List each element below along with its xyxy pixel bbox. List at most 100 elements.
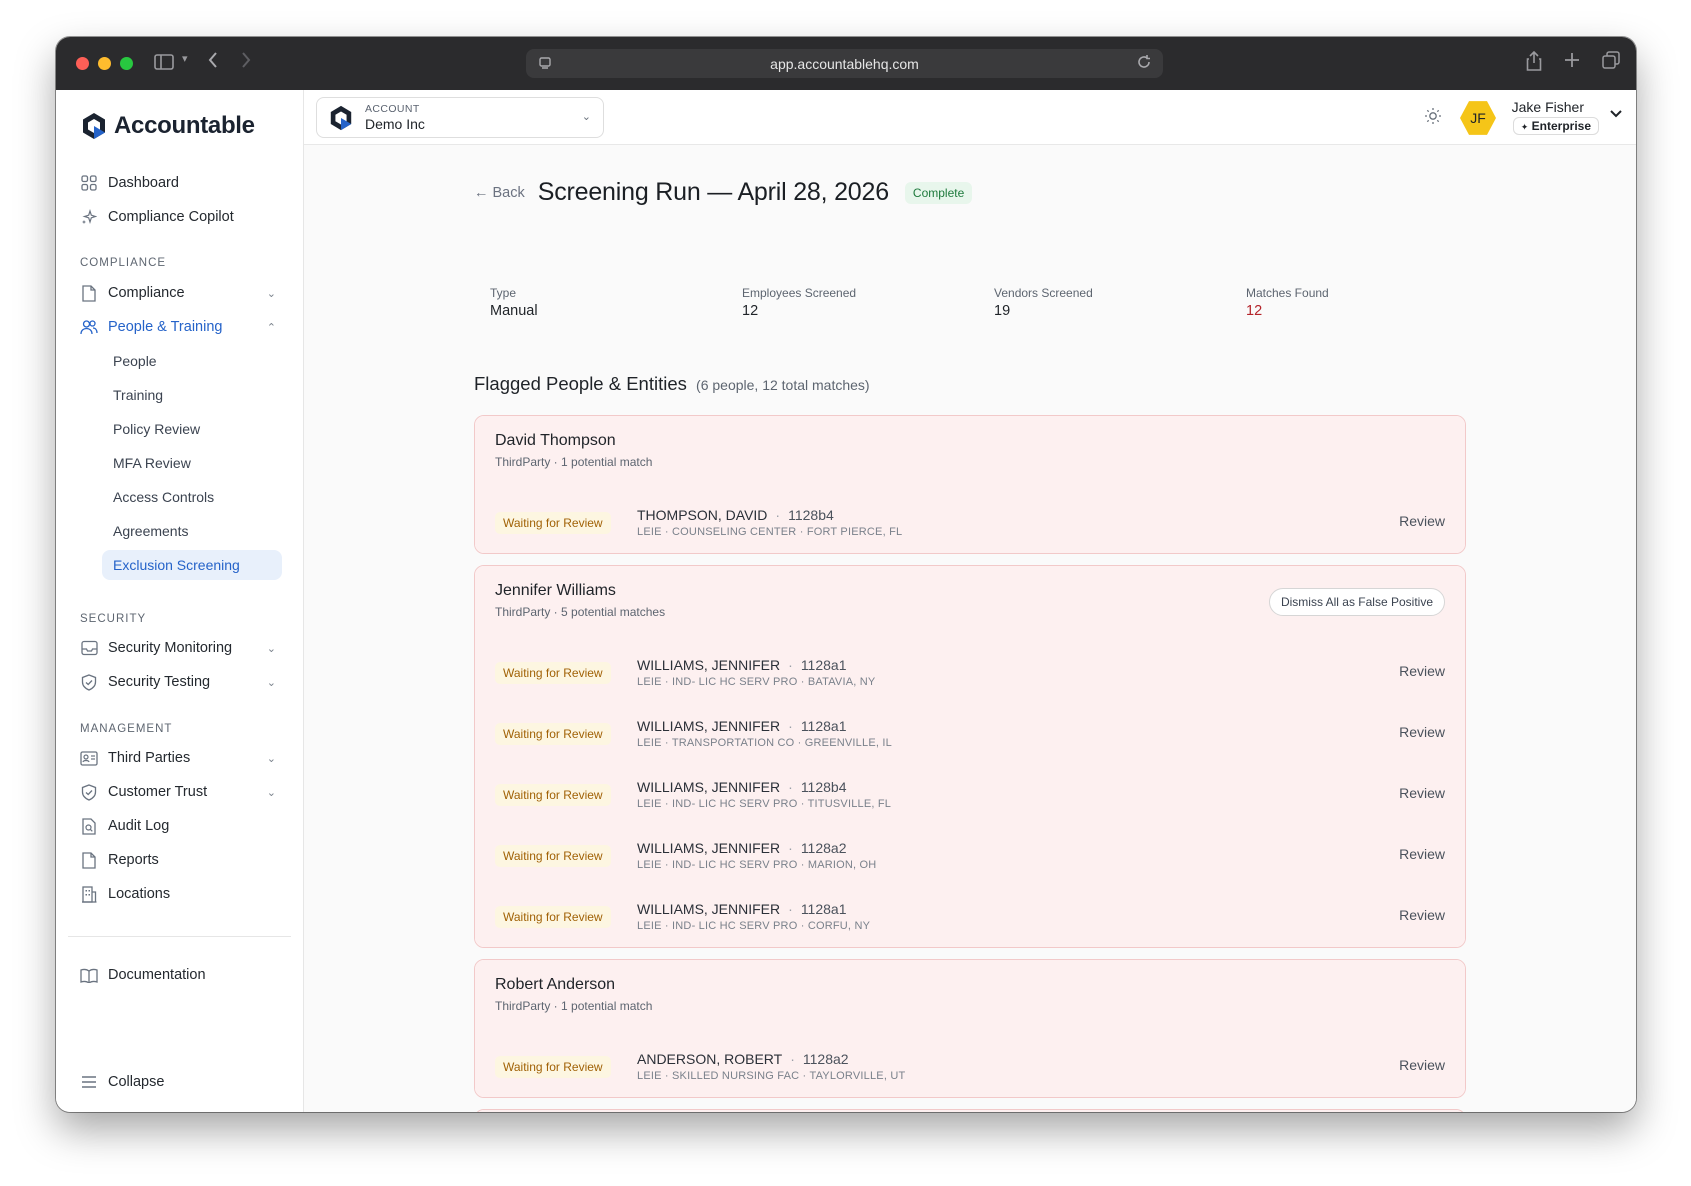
tab-overview-icon[interactable] [1602,51,1620,76]
brand-logo[interactable]: Accountable [82,112,255,140]
exclusion-code: 1128a2 [802,1051,849,1067]
match-name: WILLIAMS, JENNIFER [637,718,781,734]
status-badge: Waiting for Review [495,511,611,534]
top-bar: ACCOUNT Demo Inc ⌄ JF Jake Fisher ✦ Ente… [304,90,1636,145]
separator-dot: · [788,718,793,734]
stat-label: Vendors Screened [994,286,1093,300]
match-name: WILLIAMS, JENNIFER [637,901,781,917]
sidebar-item-compliance[interactable]: Compliance ⌄ [68,278,290,308]
review-button[interactable]: Review [1399,1057,1445,1073]
match-name: ANDERSON, ROBERT [637,1051,783,1067]
reload-icon[interactable] [1136,54,1152,73]
group-name: Robert Anderson [495,976,616,993]
sidebar-item-locations[interactable]: Locations [68,879,290,909]
sidebar-item-compliance-copilot[interactable]: Compliance Copilot [68,202,290,232]
sidebar-subitem-agreements[interactable]: Agreements [102,516,282,546]
collapse-label: Collapse [108,1074,165,1090]
review-button[interactable]: Review [1399,846,1445,862]
chevron-up-icon: ⌃ [266,321,276,334]
separator-dot: · [788,901,793,917]
file-icon [80,851,98,869]
match-title: WILLIAMS, JENNIFER · 1128a2 [637,840,876,856]
sidebar-subitem-policy-review[interactable]: Policy Review [102,414,282,444]
menu-icon [80,1073,98,1091]
flagged-subtitle: (6 people, 12 total matches) [696,377,870,393]
theme-toggle-sun-icon[interactable] [1424,107,1442,130]
account-name: Demo Inc [365,116,425,132]
stat-type: Type Manual [490,286,538,319]
minimize-window-button[interactable] [98,57,111,70]
match-name: THOMPSON, DAVID [637,507,768,523]
back-arrow-icon[interactable] [207,51,219,69]
close-window-button[interactable] [76,57,89,70]
sidebar-item-security-testing[interactable]: Security Testing ⌄ [68,667,290,697]
sidebar-item-label: Customer Trust [108,784,208,800]
section-label-management: MANAGEMENT [80,723,173,735]
collapse-sidebar-button[interactable]: Collapse [68,1067,290,1097]
group-meta: ThirdParty · 1 potential match [495,455,653,469]
account-logo-icon [330,105,352,130]
status-badge: Waiting for Review [495,844,611,867]
sparkle-icon [80,208,98,226]
sidebar-item-documentation[interactable]: Documentation [68,960,290,990]
sidebar-item-security-monitoring[interactable]: Security Monitoring ⌄ [68,633,290,663]
user-avatar[interactable]: JF [1460,101,1496,135]
match-row: Waiting for Review WILLIAMS, JENNIFER · 112… [475,886,1465,947]
account-selector[interactable]: ACCOUNT Demo Inc ⌄ [316,97,604,138]
sidebar-item-people-training[interactable]: People & Training ⌃ [68,312,290,342]
chevron-down-icon: ⌄ [266,287,276,300]
review-button[interactable]: Review [1399,907,1445,923]
sparkle-icon: ✦ [1520,122,1529,132]
plan-label: Enterprise [1531,119,1591,133]
chevron-down-icon[interactable]: ▾ [182,52,188,65]
section-label-security: SECURITY [80,613,147,625]
sidebar-item-audit-log[interactable]: Audit Log [68,811,290,841]
flagged-title: Flagged People & Entities [474,373,687,394]
separator-dot: · [788,779,793,795]
sidebar-item-label: Reports [108,852,159,868]
new-tab-icon[interactable] [1564,51,1580,76]
user-menu-chevron-icon[interactable] [1610,107,1622,121]
people-icon [80,318,98,336]
forward-arrow-icon[interactable] [240,51,252,69]
match-row: Waiting for Review WILLIAMS, JENNIFER · 112… [475,703,1465,764]
sidebar-divider [68,936,291,937]
sidebar-toggle-icon[interactable] [154,53,174,71]
share-icon[interactable] [1526,50,1542,76]
building-icon [80,885,98,903]
address-bar[interactable]: app.accountablehq.com [526,49,1163,78]
exclusion-code: 1128a1 [800,718,847,734]
main-content: ACCOUNT Demo Inc ⌄ JF Jake Fisher ✦ Ente… [304,90,1636,1112]
site-settings-icon[interactable] [538,55,552,74]
exclusion-code: 1128b4 [800,779,847,795]
sidebar-subitem-training[interactable]: Training [102,380,282,410]
dismiss-all-button[interactable]: Dismiss All as False Positive [1268,588,1445,616]
sidebar-subitem-access-controls[interactable]: Access Controls [102,482,282,512]
match-detail: LEIE · TRANSPORTATION CO · GREENVILLE, I… [637,737,892,749]
sidebar-subitem-exclusion-screening[interactable]: Exclusion Screening [102,550,282,580]
review-button[interactable]: Review [1399,513,1445,529]
stat-value: Manual [490,303,538,319]
review-button[interactable]: Review [1399,785,1445,801]
document-icon [80,284,98,302]
group-header: Robert Anderson ThirdParty · 1 potential … [475,960,1465,1036]
sidebar-item-reports[interactable]: Reports [68,845,290,875]
sidebar-subitem-people[interactable]: People [102,346,282,376]
review-button[interactable]: Review [1399,663,1445,679]
match-body: WILLIAMS, JENNIFER · 1128a1 LEIE · IND- LIC… [637,901,870,932]
back-link[interactable]: ← Back [474,185,525,201]
separator-dot: · [790,1051,795,1067]
status-badge: Complete [904,181,973,204]
sidebar-item-third-parties[interactable]: Third Parties ⌄ [68,743,290,773]
chevron-down-icon: ⌄ [266,642,276,655]
stat-label: Matches Found [1246,286,1329,300]
sidebar-item-customer-trust[interactable]: Customer Trust ⌄ [68,777,290,807]
match-detail: LEIE · COUNSELING CENTER · FORT PIERCE, … [637,526,903,538]
sidebar-item-dashboard[interactable]: Dashboard [68,168,290,198]
match-row: Waiting for Review ANDERSON, ROBERT · 1128a… [475,1036,1465,1097]
sidebar-subitem-mfa-review[interactable]: MFA Review [102,448,282,478]
user-name[interactable]: Jake Fisher [1512,99,1584,115]
maximize-window-button[interactable] [120,57,133,70]
review-button[interactable]: Review [1399,724,1445,740]
match-title: WILLIAMS, JENNIFER · 1128b4 [637,779,891,795]
